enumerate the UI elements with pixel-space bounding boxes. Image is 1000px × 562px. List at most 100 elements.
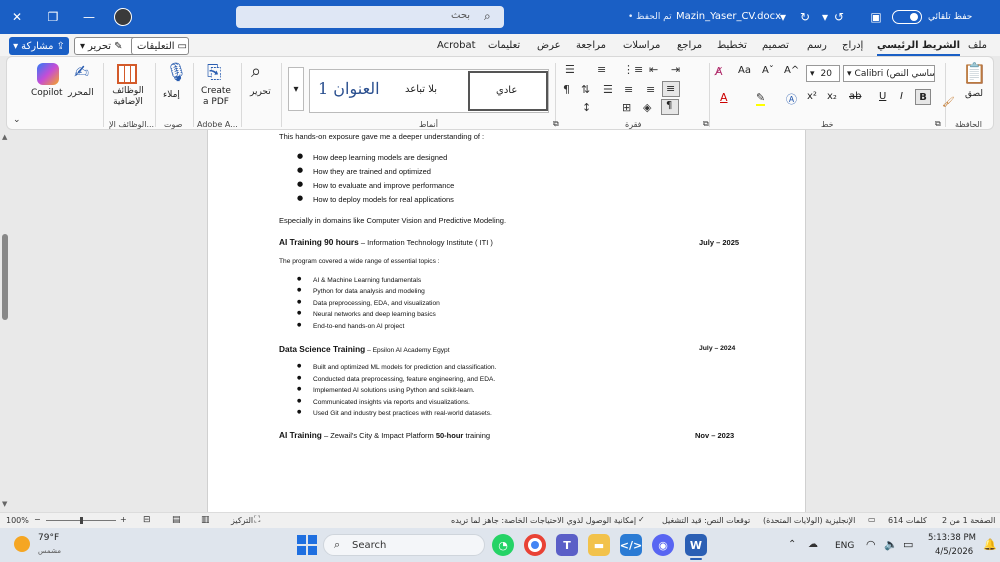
battery-icon[interactable]: ▭ (903, 538, 913, 551)
font-name-box[interactable]: ▾Calibri (أساسي النص) (843, 65, 935, 82)
vscode-icon[interactable]: </> (620, 534, 642, 556)
save-icon[interactable]: ▣ (868, 9, 884, 25)
copilot-label[interactable]: Copilot (31, 88, 63, 98)
align-center-icon[interactable]: ≡ (646, 83, 655, 96)
notifications-icon[interactable]: 🔔 (983, 538, 997, 551)
tab-draw[interactable]: رسم (807, 40, 827, 51)
underline-button[interactable]: U (879, 91, 886, 102)
close-button[interactable]: ✕ (8, 9, 26, 25)
dictate-label[interactable]: إملاء (163, 90, 180, 100)
redo-icon[interactable]: ↻ (798, 9, 812, 25)
clear-formatting-icon[interactable]: A̸ (715, 65, 723, 78)
superscript-button[interactable]: x² (807, 91, 817, 102)
styles-expand-button[interactable]: ▾ (288, 67, 304, 111)
zoom-out-icon[interactable]: − (34, 515, 41, 524)
focus-icon[interactable]: ⛶ (254, 515, 260, 525)
clock-date[interactable]: 4/5/2026 (935, 547, 973, 557)
undo-dropdown-icon[interactable]: ▾ (818, 9, 832, 25)
share-button[interactable]: ▾ مشاركة ⇪ (9, 37, 69, 55)
font-size-box[interactable]: ▾ 20 (806, 65, 840, 82)
sun-icon[interactable] (14, 536, 30, 552)
vertical-scrollbar-thumb[interactable] (2, 234, 8, 320)
italic-button[interactable]: I (900, 91, 903, 102)
zoom-slider-thumb[interactable] (80, 517, 83, 524)
tab-file[interactable]: ملف (968, 40, 987, 51)
addins-label[interactable]: الوظائف الإضافية (107, 86, 149, 108)
restore-button[interactable]: ❐ (44, 9, 62, 25)
strikethrough-button[interactable]: ab (849, 91, 861, 102)
wifi-icon[interactable]: ◠ (866, 538, 876, 551)
subscript-button[interactable]: x₂ (827, 91, 837, 102)
bullets-icon[interactable]: ☰ (565, 63, 575, 76)
decrease-indent-icon[interactable]: ⇤ (649, 63, 658, 76)
scroll-down-icon[interactable]: ▼ (2, 500, 7, 508)
file-name[interactable]: Mazin_Yaser_CV.docx (676, 11, 781, 22)
scroll-up-icon[interactable]: ▲ (2, 133, 7, 141)
page-indicator[interactable]: الصفحة 1 من 2 (942, 516, 995, 525)
tab-help[interactable]: تعليمات (488, 40, 520, 51)
text-effects-icon[interactable]: Ⓐ (786, 91, 797, 107)
rtl-button[interactable]: ¶ (661, 99, 679, 115)
font-color-icon[interactable]: A (720, 91, 728, 104)
sort-icon[interactable]: ⇅ (581, 83, 590, 96)
style-heading1[interactable]: العنوان 1 (318, 79, 380, 98)
numbering-icon[interactable]: ≡ (597, 63, 606, 76)
account-avatar[interactable] (114, 8, 132, 26)
file-explorer-icon[interactable]: ▬ (588, 534, 610, 556)
collapse-ribbon-icon[interactable]: ⌄ (13, 115, 21, 125)
onedrive-icon[interactable]: ☁ (808, 539, 818, 550)
change-case-button[interactable]: Aa (738, 65, 751, 76)
microphone-icon[interactable]: 🎙 (165, 62, 188, 83)
tab-review[interactable]: مراجعة (576, 40, 606, 51)
search-box[interactable]: بحث ⌕ (236, 6, 504, 28)
tab-insert[interactable]: إدراج (842, 40, 863, 51)
autosave-toggle[interactable] (892, 10, 922, 24)
taskbar-search[interactable]: ⌕ Search (323, 534, 485, 556)
paragraph-launcher-icon[interactable]: ⧉ (553, 119, 559, 129)
word-count[interactable]: 614 كلمات (888, 516, 927, 525)
word-app-icon[interactable]: W (685, 534, 707, 556)
paste-icon[interactable]: 📋 (962, 61, 987, 85)
editor-label[interactable]: المحرر (68, 88, 94, 98)
clipboard-launcher-icon[interactable]: ⧉ (935, 119, 941, 129)
copilot-icon[interactable] (37, 63, 59, 85)
tab-home[interactable]: الشريط الرئيسي (877, 40, 961, 56)
justify-icon[interactable]: ☰ (603, 83, 613, 96)
grow-font-button[interactable]: A^ (784, 65, 799, 76)
document-page[interactable]: This hands-on exposure gave me a deeper … (207, 130, 806, 512)
discord-icon[interactable]: ◉ (652, 534, 674, 556)
windows-start-icon[interactable] (297, 535, 317, 555)
pilcrow-icon[interactable]: ¶ (563, 83, 570, 96)
increase-indent-icon[interactable]: ⇥ (671, 63, 680, 76)
language-status[interactable]: الإنجليزية (الولايات المتحدة) (763, 516, 855, 525)
tab-view[interactable]: عرض (537, 40, 561, 51)
comments-button[interactable]: التعليقات ▭ (131, 37, 189, 55)
multilevel-list-icon[interactable]: ⋮≡ (623, 63, 643, 76)
style-normal[interactable]: عادي (468, 71, 548, 111)
customize-toolbar-icon[interactable]: ▾ (776, 9, 790, 25)
read-mode-icon[interactable]: ▥ (201, 515, 210, 525)
zoom-in-icon[interactable]: + (120, 515, 127, 524)
tab-references[interactable]: مراجع (677, 40, 702, 51)
volume-icon[interactable]: 🔈 (884, 538, 898, 551)
weather-condition[interactable]: مشمس (38, 547, 61, 555)
addins-icon[interactable] (117, 64, 137, 84)
zoom-level[interactable]: 100% (6, 516, 29, 525)
clock-time[interactable]: 5:13:38 PM (928, 533, 976, 543)
editing-group-label[interactable]: تحرير (250, 87, 271, 97)
tab-mailings[interactable]: مراسلات (623, 40, 660, 51)
accessibility-status[interactable]: إمكانية الوصول لذوي الاحتياجات الخاصة: ج… (451, 516, 636, 525)
tab-layout[interactable]: تخطيط (717, 40, 747, 51)
chrome-icon[interactable] (524, 534, 546, 556)
weather-temp[interactable]: 79°F (38, 533, 59, 543)
tab-design[interactable]: تصميم (762, 40, 789, 51)
align-left-icon[interactable]: ≡ (624, 83, 633, 96)
style-no-spacing[interactable]: بلا تباعد (405, 84, 437, 95)
find-icon[interactable]: ⌕ (251, 61, 261, 82)
print-layout-icon[interactable]: ▤ (172, 515, 181, 525)
minimize-button[interactable]: — (80, 9, 98, 25)
web-layout-icon[interactable]: ⊟ (143, 515, 151, 525)
focus-label[interactable]: التركيز (231, 516, 253, 525)
align-right-button[interactable]: ≡ (662, 81, 680, 97)
editor-icon[interactable]: ✍ (74, 62, 89, 83)
